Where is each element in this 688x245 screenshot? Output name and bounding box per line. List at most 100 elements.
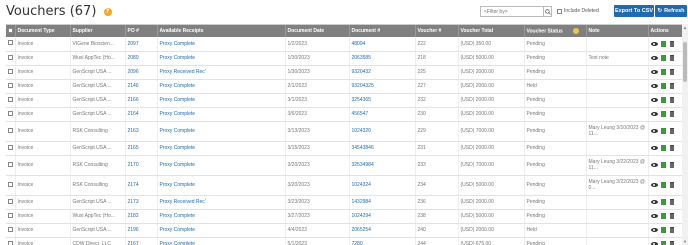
include-deleted-checkbox[interactable] [557, 8, 562, 14]
row-checkbox[interactable] [8, 54, 13, 60]
row-checkbox[interactable] [8, 226, 13, 232]
col-voucher-total[interactable]: Voucher Total [458, 25, 525, 37]
receipts-cell[interactable]: Proxy Complete [157, 141, 286, 156]
scroll-up-icon[interactable]: ▲ [683, 25, 687, 30]
row-checkbox[interactable] [8, 181, 13, 187]
document-number-cell[interactable]: 9320432 [349, 65, 416, 80]
eye-icon[interactable] [650, 162, 658, 168]
table-row[interactable]: Invoice GenScript USA ... 2173 Proxy Receiv… [6, 195, 682, 210]
table-row[interactable]: Invoice VIGene Bioscien... 2097 Proxy Compl… [6, 37, 682, 52]
po-cell[interactable]: 2174 [125, 175, 158, 196]
receipts-cell[interactable]: Proxy Received Rec' [157, 195, 286, 210]
document-number-cell[interactable]: 2063585 [349, 51, 416, 66]
col-document-type[interactable]: Document Type [15, 25, 71, 37]
eye-icon[interactable] [650, 241, 658, 245]
edit-icon[interactable] [660, 40, 667, 47]
scroll-thumb[interactable] [683, 42, 687, 82]
row-checkbox[interactable] [8, 161, 13, 167]
edit-icon[interactable] [660, 145, 667, 151]
col-supplier[interactable]: Supplier [70, 25, 126, 37]
edit-icon[interactable] [660, 227, 667, 233]
trash-icon[interactable] [669, 241, 676, 245]
po-cell[interactable]: 2164 [125, 107, 158, 122]
trash-icon[interactable] [669, 111, 676, 117]
po-cell[interactable]: 2165 [125, 141, 158, 156]
table-row[interactable]: Invoice GenScript USA ... 2096 Proxy Receiv… [6, 65, 682, 80]
refresh-button[interactable]: ↻ Refresh [655, 5, 687, 17]
trash-icon[interactable] [669, 213, 676, 219]
receipts-cell[interactable]: Proxy Complete [157, 37, 286, 52]
edit-icon[interactable] [660, 199, 667, 205]
document-number-cell[interactable]: 7280 [349, 237, 416, 245]
edit-icon[interactable] [660, 128, 667, 134]
eye-icon[interactable] [650, 128, 658, 134]
eye-icon[interactable] [650, 83, 658, 89]
po-cell[interactable]: 2170 [125, 155, 158, 176]
row-checkbox[interactable] [8, 127, 13, 133]
document-number-cell[interactable]: 32534984 [349, 155, 416, 176]
eye-icon[interactable] [650, 111, 658, 117]
po-cell[interactable]: 2167 [125, 237, 158, 245]
trash-icon[interactable] [669, 145, 676, 151]
col-voucher-status[interactable]: Voucher Status [524, 25, 587, 37]
document-number-cell[interactable]: 456547 [349, 107, 416, 122]
col-note[interactable]: Note [586, 25, 649, 37]
document-number-cell[interactable]: 2065254 [349, 223, 416, 238]
col-available-receipts[interactable]: Available Receipts [157, 25, 286, 37]
edit-icon[interactable] [660, 97, 667, 103]
receipts-cell[interactable]: Proxy Complete [157, 121, 286, 142]
select-all-checkbox[interactable] [8, 27, 13, 33]
row-checkbox[interactable] [8, 82, 13, 88]
table-row[interactable]: Invoice GenScript USA ... 2146 Proxy Comple… [6, 79, 682, 94]
row-checkbox[interactable] [8, 144, 13, 150]
eye-icon[interactable] [650, 97, 658, 103]
eye-icon[interactable] [650, 69, 658, 75]
table-row[interactable]: Invoice RSK Consulting 2170 Proxy Complete 3… [6, 155, 682, 176]
edit-icon[interactable] [660, 213, 667, 219]
receipts-cell[interactable]: Proxy Complete [157, 107, 286, 122]
eye-icon[interactable] [650, 182, 658, 188]
col-voucher-number[interactable]: Voucher # [415, 25, 459, 37]
table-row[interactable]: Invoice GenScript USA ... 2166 Proxy Comple… [6, 93, 682, 108]
col-document-date[interactable]: Document Date [285, 25, 350, 37]
document-number-cell[interactable]: 48094 [349, 37, 416, 52]
table-row[interactable]: Invoice Wuxi AppTec (Ho... 2089 Proxy Compl… [6, 51, 682, 66]
edit-icon[interactable] [660, 55, 667, 61]
table-row[interactable]: Invoice GenScript USA ... 2196 Proxy Comple… [6, 223, 682, 238]
row-checkbox[interactable] [8, 212, 13, 218]
trash-icon[interactable] [669, 40, 676, 47]
col-document-number[interactable]: Document # [349, 25, 416, 37]
document-number-cell[interactable]: 3254365 [349, 93, 416, 108]
receipts-cell[interactable]: Proxy Complete [157, 237, 286, 245]
receipts-cell[interactable]: Proxy Received Rec' [157, 65, 286, 80]
export-csv-button[interactable]: Export To CSV [614, 5, 654, 17]
trash-icon[interactable] [669, 162, 676, 168]
receipts-cell[interactable]: Proxy Complete [157, 155, 286, 176]
search-icon[interactable] [543, 7, 551, 16]
document-number-cell[interactable]: 34543846 [349, 141, 416, 156]
trash-icon[interactable] [669, 83, 676, 89]
trash-icon[interactable] [669, 128, 676, 134]
trash-icon[interactable] [669, 227, 676, 233]
receipts-cell[interactable]: Proxy Complete [157, 51, 286, 66]
table-row[interactable]: Invoice RSK Consulting 2174 Proxy Complete 3… [6, 175, 682, 196]
edit-icon[interactable] [660, 182, 667, 188]
vertical-scrollbar[interactable]: ▲ ▼ [682, 24, 688, 245]
po-cell[interactable]: 2163 [125, 121, 158, 142]
eye-icon[interactable] [650, 145, 658, 151]
trash-icon[interactable] [669, 97, 676, 103]
po-cell[interactable]: 2166 [125, 93, 158, 108]
edit-icon[interactable] [660, 162, 667, 168]
receipts-cell[interactable]: Proxy Complete [157, 223, 286, 238]
po-cell[interactable]: 2146 [125, 79, 158, 94]
receipts-cell[interactable]: Proxy Complete [157, 79, 286, 94]
table-row[interactable]: Invoice Wuxi AppTec (Ho... 2182 Proxy Compl… [6, 209, 682, 224]
document-number-cell[interactable]: 1432984 [349, 195, 416, 210]
document-number-cell[interactable]: 1024324 [349, 175, 416, 196]
eye-icon[interactable] [650, 227, 658, 233]
po-cell[interactable]: 2097 [125, 37, 158, 52]
table-row[interactable]: Invoice RSK Consulting 2163 Proxy Complete 3… [6, 121, 682, 142]
col-po[interactable]: PO # [125, 25, 158, 37]
eye-icon[interactable] [650, 199, 658, 205]
trash-icon[interactable] [669, 199, 676, 205]
